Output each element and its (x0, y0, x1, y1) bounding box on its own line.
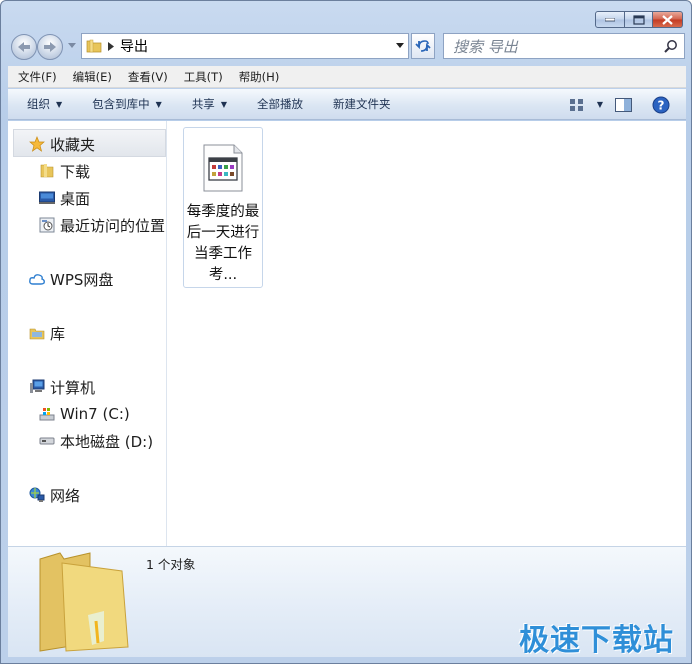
nav-favorites-label: 收藏夹 (50, 135, 96, 154)
preview-pane-button[interactable] (615, 97, 632, 112)
minimize-icon (605, 17, 615, 21)
close-button[interactable] (653, 11, 683, 28)
chevron-down-icon: ▼ (155, 99, 162, 109)
new-folder-button[interactable]: 新建文件夹 (333, 96, 391, 112)
nav-desktop-label: 桌面 (60, 189, 91, 208)
chevron-down-icon[interactable]: ▼ (597, 100, 603, 109)
library-icon (28, 324, 46, 342)
site-watermark: 极速下载站 (519, 623, 674, 658)
forward-arrow-icon (44, 42, 56, 52)
view-options-icon (569, 98, 583, 111)
organize-button[interactable]: 组织 ▼ (27, 96, 62, 112)
item-count: 1 个对象 (146, 557, 196, 572)
play-all-label: 全部播放 (256, 97, 303, 111)
network-icon (28, 486, 46, 504)
navigation-row: 导出 搜索 导出 (11, 33, 685, 61)
nav-computer-label: 计算机 (50, 378, 96, 397)
maximize-icon (632, 14, 645, 25)
recent-places-icon (38, 216, 56, 234)
include-library-label: 包含到库中 (92, 97, 150, 111)
nav-drive-d[interactable]: 本地磁盘 (D:) (38, 429, 153, 453)
menu-file[interactable]: 文件(F) (13, 69, 62, 85)
menu-edit[interactable]: 编辑(E) (68, 69, 117, 85)
preview-pane-icon (615, 97, 632, 112)
search-icon[interactable] (664, 39, 678, 53)
chevron-down-icon: ▼ (220, 99, 227, 109)
svg-text:?: ? (658, 98, 665, 112)
document-icon (203, 144, 243, 192)
folder-large-icon (39, 552, 129, 652)
nav-drive-c-label: Win7 (C:) (60, 405, 130, 423)
share-label: 共享 (191, 97, 215, 111)
nav-drive-c[interactable]: Win7 (C:) (38, 402, 130, 426)
help-button[interactable]: ? (652, 96, 670, 114)
nav-downloads[interactable]: 下载 (38, 159, 90, 183)
navigation-pane: 收藏夹 下载 桌面 最近访问的位置 WPS网盘 库 计算机 Win7 (C:) … (8, 121, 167, 546)
search-input[interactable]: 搜索 导出 (453, 36, 518, 57)
nav-recent-places[interactable]: 最近访问的位置 (38, 213, 165, 237)
nav-recent-label: 最近访问的位置 (60, 216, 166, 235)
recent-pages-dropdown-icon[interactable] (68, 43, 76, 49)
main-content: 收藏夹 下载 桌面 最近访问的位置 WPS网盘 库 计算机 Win7 (C:) … (8, 121, 686, 546)
organize-label: 组织 (27, 97, 50, 111)
menu-help[interactable]: 帮助(H) (234, 69, 285, 85)
chevron-down-icon: ▼ (56, 99, 63, 109)
explorer-window: 导出 搜索 导出 文件(F) 编辑(E) 查看(V) 工具(T) 帮助(H) 组… (0, 0, 692, 664)
nav-wps-label: WPS网盘 (50, 270, 114, 289)
file-item[interactable]: 每季度的最后一天进行当季工作考... (183, 127, 263, 288)
search-box[interactable]: 搜索 导出 (443, 33, 685, 59)
view-controls: ▼ ? (569, 89, 686, 120)
close-icon (662, 14, 673, 25)
breadcrumb-chevron-icon[interactable] (108, 41, 114, 51)
forward-button[interactable] (37, 34, 63, 60)
nav-computer[interactable]: 计算机 (28, 375, 95, 399)
nav-favorites[interactable]: 收藏夹 (28, 132, 95, 156)
file-thumbnail (189, 133, 257, 203)
nav-libraries[interactable]: 库 (28, 321, 65, 345)
include-in-library-button[interactable]: 包含到库中 ▼ (92, 96, 162, 112)
folder-icon (86, 39, 102, 53)
refresh-button[interactable] (411, 33, 435, 59)
computer-icon (28, 378, 46, 396)
refresh-icon (415, 40, 431, 52)
menu-bar: 文件(F) 编辑(E) 查看(V) 工具(T) 帮助(H) (8, 66, 686, 88)
nav-wps-cloud[interactable]: WPS网盘 (28, 267, 113, 291)
menu-view[interactable]: 查看(V) (123, 69, 173, 85)
nav-downloads-label: 下载 (60, 162, 91, 181)
nav-library-label: 库 (50, 324, 66, 343)
desktop-icon (38, 189, 56, 207)
hard-drive-icon (38, 432, 56, 450)
system-drive-icon (38, 405, 56, 423)
maximize-button[interactable] (625, 11, 653, 28)
cloud-icon (28, 270, 46, 288)
nav-network[interactable]: 网络 (28, 483, 80, 507)
breadcrumb-current[interactable]: 导出 (120, 36, 148, 56)
star-icon (28, 135, 46, 153)
help-icon: ? (652, 96, 670, 113)
change-view-button[interactable]: ▼ (569, 98, 603, 112)
download-folder-icon (38, 162, 56, 180)
address-bar[interactable]: 导出 (81, 33, 409, 59)
file-list: 每季度的最后一天进行当季工作考... (168, 121, 686, 546)
file-name: 每季度的最后一天进行当季工作考... (186, 204, 260, 283)
nav-desktop[interactable]: 桌面 (38, 186, 90, 210)
new-folder-label: 新建文件夹 (332, 97, 391, 111)
nav-drive-d-label: 本地磁盘 (D:) (60, 432, 154, 451)
play-all-button[interactable]: 全部播放 (257, 96, 303, 112)
share-button[interactable]: 共享 ▼ (192, 96, 227, 112)
nav-network-label: 网络 (50, 486, 81, 505)
back-arrow-icon (18, 42, 30, 52)
menu-tools[interactable]: 工具(T) (179, 69, 228, 85)
minimize-button[interactable] (595, 11, 625, 28)
back-button[interactable] (11, 34, 37, 60)
caption-buttons (595, 11, 683, 28)
command-bar: 组织 ▼ 包含到库中 ▼ 共享 ▼ 全部播放 新建文件夹 ▼ ? (8, 89, 686, 120)
address-dropdown-icon[interactable] (396, 43, 404, 49)
